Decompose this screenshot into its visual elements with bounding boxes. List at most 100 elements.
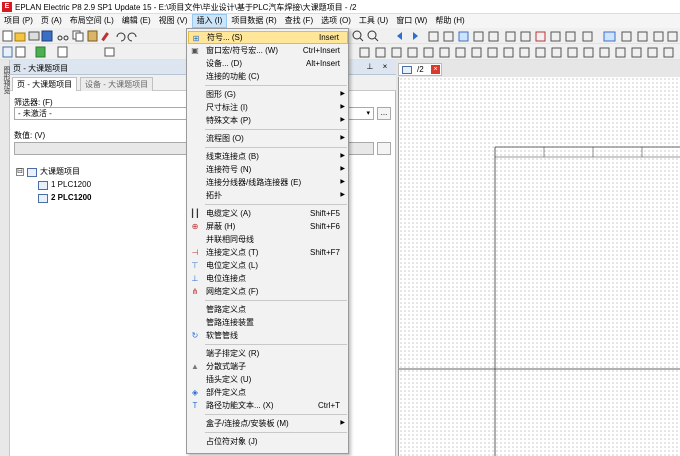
submenu-arrow-icon: ▶ [340,166,345,172]
insert-menu-item-29[interactable]: ▲ 分散式端子 [188,360,348,373]
menu-item-8[interactable]: 选项 (O) [317,14,355,28]
menu-item-9[interactable]: 工具 (U) [355,14,392,28]
insert-menu-item-25[interactable]: 管路连接装置 [188,316,348,329]
menu-item-4[interactable]: 视图 (V) [155,14,192,28]
menu-item-label: 路径功能文本... (X) [206,401,274,410]
insert-menu-item-11[interactable]: 线束连接点 (B) ▶ [188,150,348,163]
submenu-arrow-icon: ▶ [340,135,345,141]
menu-item-label: 端子排定义 (R) [206,349,260,358]
copy-icon [72,30,84,42]
menu-item-shortcut: Insert [318,33,339,42]
drawing-tab-label: /2 [417,65,424,74]
graphic-icon [15,46,26,58]
value-options-button[interactable] [377,142,391,155]
graphic-preview-sidetab[interactable]: 图形预览 [0,60,10,456]
menu-item-5[interactable]: 插入 (I) [191,14,228,28]
insert-menu-item-1[interactable]: ▣ 窗口宏/符号宏... (W) Ctrl+Insert [188,44,348,57]
insert-menu-item-34[interactable]: 盒子/连接点/安装板 (M) ▶ [188,417,348,430]
menu-item-3[interactable]: 编辑 (E) [118,14,155,28]
menu-item-label: 窗口宏/符号宏... (W) [206,46,278,55]
close-tab-icon[interactable]: × [431,65,440,74]
eplan-logo-icon: E [2,2,12,12]
insert-menu-item-14[interactable]: 拓扑 ▶ [188,189,348,202]
insert-menu-item-31[interactable]: ◈ 部件定义点 [188,386,348,399]
zoom-out-icon [367,30,379,42]
menu-bar: 项目 (P) 页 (A) 布局空间 (L) 编辑 (E) 视图 (V) 插入 (I) 项目数… [0,14,680,28]
collapse-icon[interactable]: ⊟ [16,168,24,176]
menu-item-label: 连接定义点 (T) [206,248,259,257]
insert-menu-item-30[interactable]: 插头定义 (U) [188,373,348,386]
submenu-arrow-icon: ▶ [340,420,345,426]
menu-item-11[interactable]: 帮助 (H) [431,14,468,28]
pin-icon[interactable]: ⊥ [365,62,375,72]
menu-item-shortcut: Shift+F6 [309,222,340,231]
insert-menu: ⊞ 符号... (S) Insert ▣ 窗口宏/符号宏... (W) Ctrl+Inse… [186,28,349,454]
device-icon [57,46,68,58]
macro-icon: ▣ [191,46,199,55]
menu-item-0[interactable]: 项目 (P) [0,14,37,28]
insert-menu-item-0[interactable]: ⊞ 符号... (S) Insert [188,31,348,44]
menu-item-label: 流程图 (O) [206,134,244,143]
forward-arrow-icon [413,32,418,40]
insert-menu-item-32[interactable]: T 路径功能文本... (X) Ctrl+T [188,399,348,412]
chevron-down-icon[interactable]: ▾ [366,108,370,119]
insert-menu-item-3[interactable]: 连接的功能 (C) [188,70,348,83]
insert-menu-item-24[interactable]: 管路定义点 [188,303,348,316]
tab-devices[interactable]: 设备 - 大课题项目 [80,77,154,91]
menu-item-7[interactable]: 查找 (F) [281,14,317,28]
menu-separator [205,414,347,415]
menu-item-label: 管路连接装置 [206,318,254,327]
insert-menu-item-13[interactable]: 连接分线器/线路连接器 (E) ▶ [188,176,348,189]
menu-item-shortcut: Shift+F5 [309,209,340,218]
filter-options-button[interactable]: ... [377,107,391,120]
zoom-in-icon [352,30,364,42]
insert-menu-item-18[interactable]: 并联相同母线 [188,233,348,246]
insert-menu-item-19[interactable]: ⊣ 连接定义点 (T) Shift+F7 [188,246,348,259]
menu-item-label: 特殊文本 (P) [206,116,251,125]
insert-menu-item-17[interactable]: ⊕ 屏蔽 (H) Shift+F6 [188,220,348,233]
insert-menu-item-2[interactable]: 设备... (D) Alt+Insert [188,57,348,70]
potential-connection-icon: ⊥ [191,274,199,283]
sheet-frame [399,146,680,456]
menu-item-label: 电位连接点 [206,274,246,283]
menu-item-label: 连接分线器/线路连接器 (E) [206,178,302,187]
menu-item-label: 分散式端子 [206,362,246,371]
insert-menu-item-21[interactable]: ⊥ 电位连接点 [188,272,348,285]
menu-separator [205,129,347,130]
insert-menu-item-36[interactable]: 占位符对象 (J) [188,435,348,448]
menu-item-label: 网络定义点 (F) [206,287,259,296]
submenu-arrow-icon: ▶ [340,117,345,123]
menu-item-6[interactable]: 项目数据 (R) [227,14,280,28]
close-panel-icon[interactable]: × [380,62,390,72]
insert-menu-item-28[interactable]: 端子排定义 (R) [188,347,348,360]
menu-item-label: 连接符号 (N) [206,165,252,174]
insert-menu-item-20[interactable]: ⊤ 电位定义点 (L) [188,259,348,272]
menu-item-label: 线束连接点 (B) [206,152,259,161]
menu-item-10[interactable]: 窗口 (W) [392,14,431,28]
menu-item-2[interactable]: 布局空间 (L) [66,14,118,28]
tab-pages[interactable]: 页 - 大课题项目 [12,77,78,91]
menu-separator [205,344,347,345]
page-icon [402,66,412,74]
insert-menu-item-9[interactable]: 流程图 (O) ▶ [188,132,348,145]
drawing-tab[interactable]: /2 × [398,63,442,76]
menu-item-1[interactable]: 页 (A) [37,14,66,28]
menu-separator [205,204,347,205]
grid-icons [428,31,678,42]
insert-menu-item-22[interactable]: ⋔ 网络定义点 (F) [188,285,348,298]
insert-menu-item-6[interactable]: 尺寸标注 (I) ▶ [188,101,348,114]
menu-item-label: 连接的功能 (C) [206,72,260,81]
insert-menu-item-26[interactable]: ↻ 软管管线 [188,329,348,342]
part-definition-icon: ◈ [191,388,199,397]
insert-menu-item-5[interactable]: 图形 (G) ▶ [188,88,348,101]
tree-node-label: 大课题项目 [40,167,80,176]
insert-menu-item-16[interactable]: ┃┃ 电缆定义 (A) Shift+F5 [188,207,348,220]
insert-menu-item-12[interactable]: 连接符号 (N) ▶ [188,163,348,176]
submenu-arrow-icon: ▶ [340,153,345,159]
potential-definition-icon: ⊤ [191,261,199,270]
schematic-sheet[interactable] [398,77,680,456]
tree-node-label: 1 PLC1200 [51,180,92,189]
path-text-icon: T [192,401,198,410]
insert-menu-item-7[interactable]: 特殊文本 (P) ▶ [188,114,348,127]
symbol-library-icon [35,46,46,58]
